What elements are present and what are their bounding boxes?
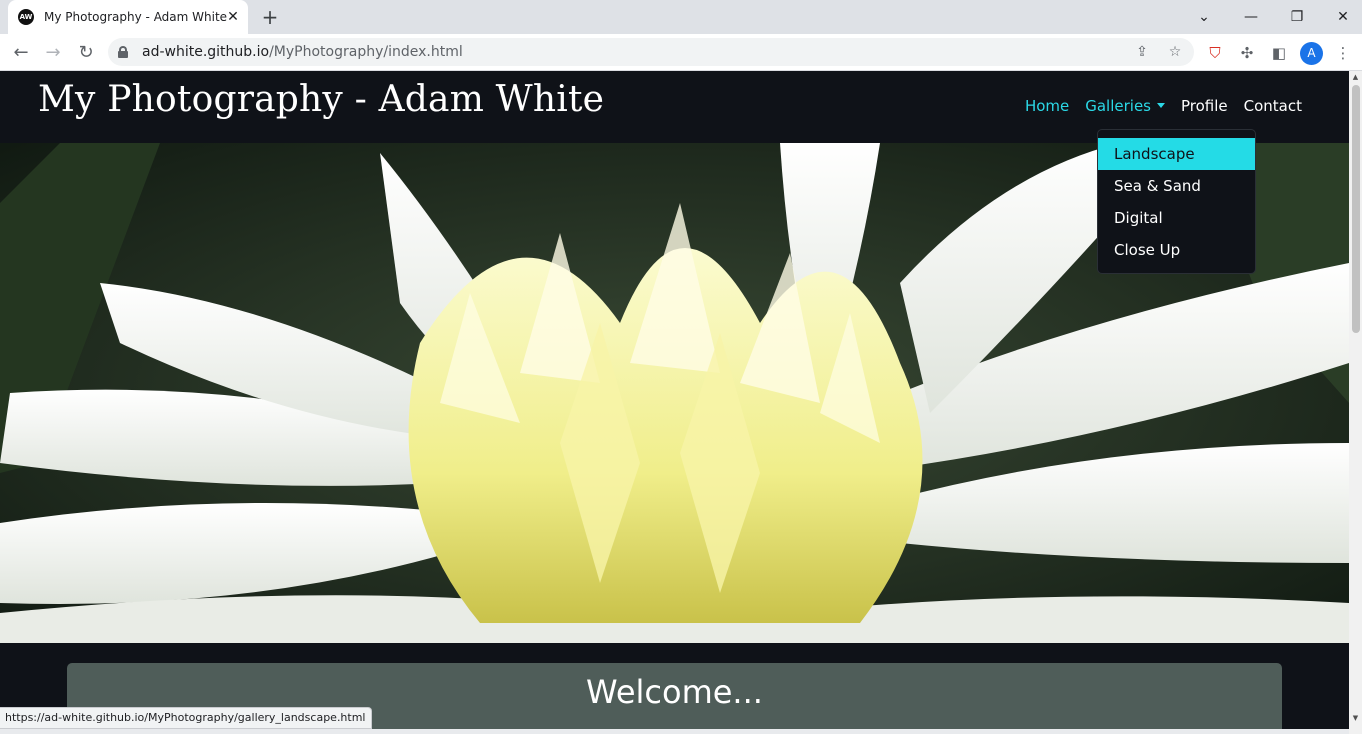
browser-toolbar: ← → ↻ ad-white.github.io/MyPhotography/i… (0, 34, 1362, 71)
link-status-bar: https://ad-white.github.io/MyPhotography… (0, 707, 372, 729)
dropdown-item-sea-sand[interactable]: Sea & Sand (1098, 170, 1255, 202)
forward-icon[interactable]: → (40, 40, 66, 66)
reload-icon[interactable]: ↻ (73, 40, 99, 66)
restore-icon[interactable]: ❐ (1286, 6, 1308, 28)
extensions-puzzle-icon[interactable]: ✣ (1236, 42, 1258, 64)
nav-galleries-label: Galleries (1085, 97, 1151, 115)
bookmark-star-icon[interactable]: ☆ (1165, 42, 1185, 62)
url-host: ad-white.github.io (142, 44, 270, 60)
site-favicon-icon: AW (18, 9, 34, 25)
galleries-dropdown: Landscape Sea & Sand Digital Close Up (1097, 129, 1256, 274)
minimize-icon[interactable]: — (1240, 6, 1262, 28)
welcome-heading: Welcome... (586, 673, 763, 711)
url-text[interactable]: ad-white.github.io/MyPhotography/index.h… (142, 44, 463, 60)
dropdown-item-digital[interactable]: Digital (1098, 202, 1255, 234)
lock-icon[interactable] (118, 46, 128, 58)
profile-avatar[interactable]: A (1300, 42, 1323, 65)
scroll-down-icon[interactable]: ▼ (1351, 714, 1360, 723)
scroll-thumb[interactable] (1352, 85, 1360, 333)
main-nav: Home Galleries Profile Contact (1009, 97, 1302, 115)
browser-tab[interactable]: AW My Photography - Adam White ✕ (8, 0, 248, 34)
close-window-icon[interactable]: ✕ (1332, 6, 1354, 28)
scroll-up-icon[interactable]: ▲ (1351, 73, 1360, 82)
extension-shield-icon[interactable]: ⛉ (1204, 42, 1226, 64)
nav-galleries[interactable]: Galleries (1069, 97, 1165, 115)
share-icon[interactable]: ⇪ (1132, 42, 1152, 62)
bottom-strip (0, 729, 1349, 734)
browser-menu-icon[interactable]: ⋮ (1332, 42, 1354, 64)
nav-home[interactable]: Home (1009, 97, 1069, 115)
new-tab-button[interactable]: + (258, 5, 282, 29)
tab-search-icon[interactable]: ⌄ (1193, 6, 1215, 28)
page-viewport: My Photography - Adam White Home Galleri… (0, 71, 1349, 734)
nav-profile[interactable]: Profile (1165, 97, 1228, 115)
dropdown-item-close-up[interactable]: Close Up (1098, 234, 1255, 266)
tab-title: My Photography - Adam White (44, 10, 228, 24)
address-bar[interactable]: ad-white.github.io/MyPhotography/index.h… (108, 38, 1194, 66)
site-brand[interactable]: My Photography - Adam White (38, 79, 604, 120)
caret-down-icon (1157, 103, 1165, 108)
page-scrollbar[interactable]: ▲ ▼ (1349, 71, 1362, 734)
dropdown-item-landscape[interactable]: Landscape (1098, 138, 1255, 170)
url-path: /MyPhotography/index.html (269, 44, 463, 60)
back-icon[interactable]: ← (8, 40, 34, 66)
browser-tab-strip: AW My Photography - Adam White ✕ + ⌄ — ❐… (0, 0, 1362, 34)
nav-contact[interactable]: Contact (1228, 97, 1302, 115)
tab-close-icon[interactable]: ✕ (227, 9, 239, 25)
side-panel-icon[interactable]: ◧ (1268, 42, 1290, 64)
